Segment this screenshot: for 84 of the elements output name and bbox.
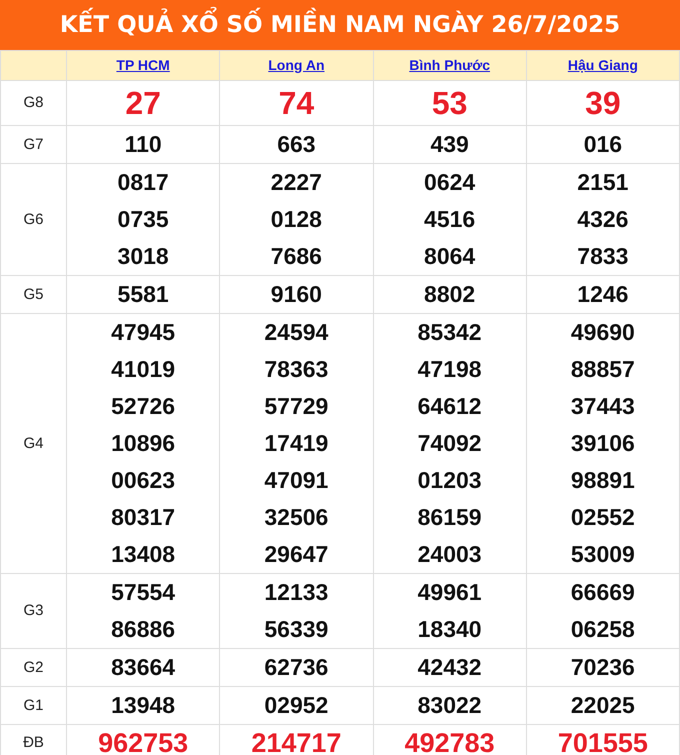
- result-number: 64612: [418, 392, 482, 421]
- result-number: 47945: [111, 318, 176, 347]
- result-number: 41019: [111, 355, 176, 384]
- result-number: 663: [277, 130, 316, 159]
- result-number: 98891: [570, 466, 635, 495]
- prize-label: G6: [23, 210, 44, 228]
- province-link[interactable]: TP HCM: [116, 56, 170, 72]
- result-number: 80317: [111, 503, 176, 532]
- result-number: 7833: [577, 242, 628, 271]
- result-number: 3018: [118, 242, 169, 271]
- result-number: 85342: [418, 318, 482, 347]
- prize-label: ĐB: [23, 734, 44, 751]
- result-number: 83664: [111, 653, 176, 682]
- result-number: 78363: [264, 355, 328, 384]
- result-number: 88857: [570, 355, 635, 384]
- result-number: 00623: [111, 466, 176, 495]
- result-number: 74092: [418, 429, 482, 458]
- result-number: 29647: [264, 540, 328, 569]
- prize-label: G5: [23, 286, 44, 302]
- result-number: 7686: [270, 242, 322, 271]
- result-number: 42432: [418, 653, 482, 682]
- result-number: 110: [124, 130, 162, 159]
- result-number: 1246: [577, 280, 628, 309]
- province-link[interactable]: Long An: [268, 56, 324, 72]
- result-number: 49690: [570, 318, 635, 347]
- result-number: 56339: [264, 615, 328, 644]
- prize-label: G1: [23, 696, 44, 714]
- result-number: 701555: [558, 727, 648, 755]
- result-number: 22025: [570, 691, 635, 720]
- result-number: 01203: [418, 466, 482, 495]
- result-number: 24594: [264, 318, 328, 347]
- result-number: 39106: [570, 429, 635, 458]
- result-number: 86159: [418, 503, 482, 532]
- page-title: KẾT QUẢ XỔ SỐ MIỀN NAM NGÀY 26/7/2025: [60, 8, 620, 42]
- result-number: 0735: [118, 205, 169, 234]
- result-number: 37443: [570, 392, 635, 421]
- result-number: 86886: [111, 615, 176, 644]
- result-number: 06258: [570, 615, 635, 644]
- result-number: 17419: [264, 429, 328, 458]
- result-number: 8064: [424, 242, 476, 271]
- prize-label: G3: [23, 602, 44, 619]
- result-number: 83022: [418, 691, 482, 720]
- result-number: 70236: [570, 653, 635, 682]
- result-number: 24003: [418, 540, 482, 569]
- result-number: 49961: [418, 578, 482, 607]
- result-number: 52726: [111, 392, 176, 421]
- result-number: 214717: [251, 727, 342, 755]
- prize-label: G2: [23, 658, 44, 676]
- result-number: 02952: [264, 691, 328, 720]
- result-number: 9160: [270, 280, 322, 309]
- result-number: 57554: [111, 578, 176, 607]
- result-number: 2227: [270, 168, 322, 197]
- result-number: 4516: [424, 205, 476, 234]
- result-number: 39: [585, 84, 621, 123]
- result-number: 18340: [418, 615, 482, 644]
- result-number: 12133: [264, 578, 328, 607]
- prize-label: G4: [23, 434, 44, 452]
- result-number: 8802: [424, 280, 476, 309]
- result-number: 016: [584, 130, 622, 159]
- result-number: 74: [278, 84, 314, 123]
- result-number: 13948: [111, 691, 176, 720]
- result-number: 47091: [264, 466, 328, 495]
- result-number: 439: [430, 130, 469, 159]
- result-number: 0624: [424, 168, 476, 197]
- result-number: 962753: [98, 727, 188, 755]
- result-number: 02552: [570, 503, 635, 532]
- result-number: 492783: [404, 727, 495, 755]
- result-number: 13408: [111, 540, 176, 569]
- result-number: 57729: [264, 392, 328, 421]
- result-number: 62736: [264, 653, 328, 682]
- result-number: 10896: [111, 429, 176, 458]
- prize-label: G7: [23, 136, 44, 152]
- prize-label: G8: [23, 94, 44, 111]
- result-number: 2151: [577, 168, 628, 197]
- result-number: 53: [432, 84, 468, 123]
- result-number: 47198: [418, 355, 482, 384]
- result-number: 4326: [577, 205, 628, 234]
- result-number: 53009: [570, 540, 635, 569]
- result-number: 0128: [270, 205, 322, 234]
- result-number: 66669: [570, 578, 635, 607]
- result-number: 32506: [264, 503, 328, 532]
- result-number: 27: [125, 84, 161, 123]
- result-number: 0817: [118, 168, 169, 197]
- result-number: 5581: [118, 280, 169, 309]
